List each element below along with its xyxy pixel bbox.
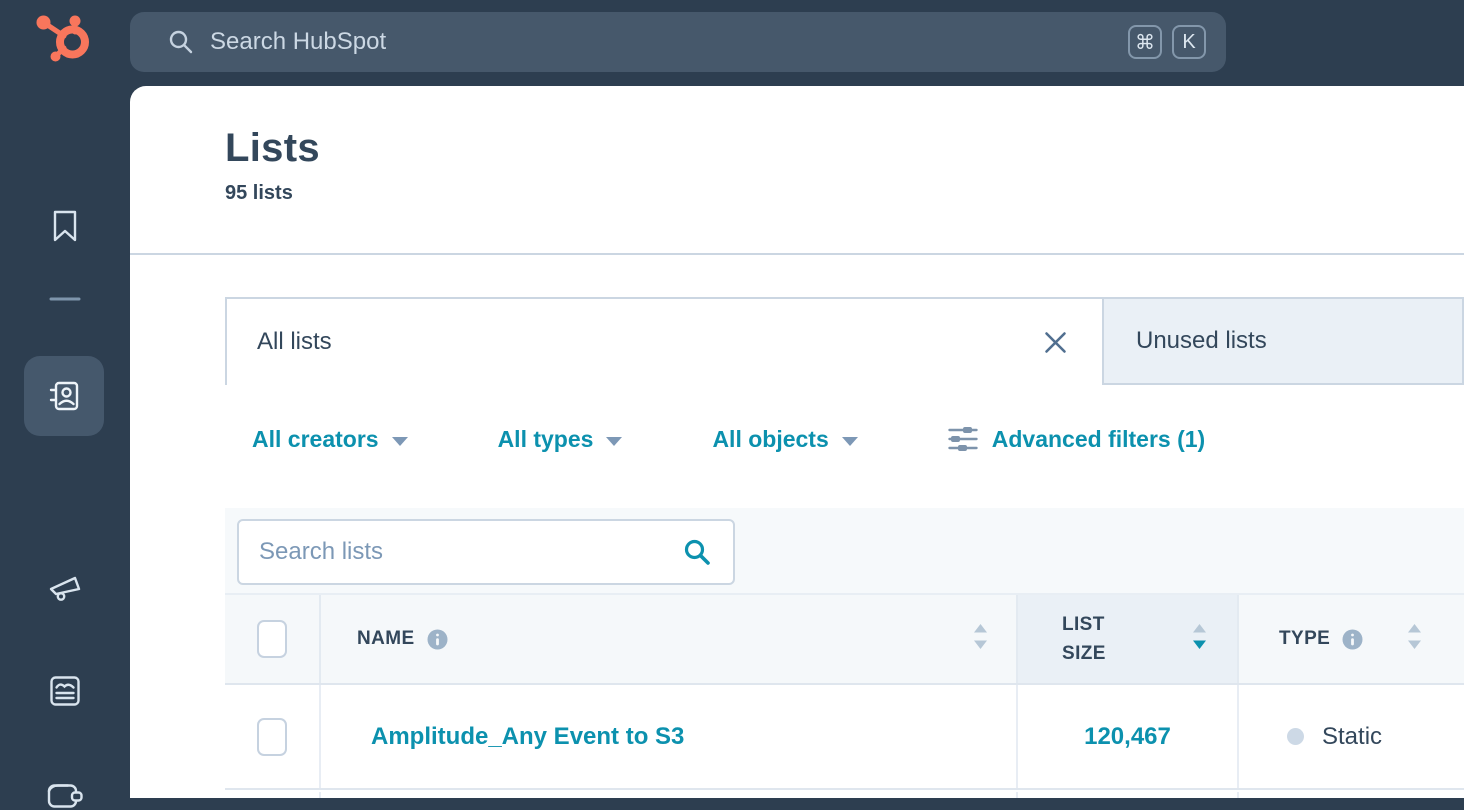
- list-name-cell: Amplitude_Any Event to S3: [319, 685, 1016, 788]
- global-search-bar[interactable]: Search HubSpot ⌘ K: [130, 12, 1226, 72]
- table-row-partial: [225, 792, 1464, 798]
- list-count: 95 lists: [225, 182, 293, 205]
- table-row: Amplitude_Any Event to S3 120,467 Static: [225, 685, 1464, 790]
- sidebar-item-commerce[interactable]: [0, 780, 130, 810]
- all-creators-dropdown[interactable]: All creators: [252, 426, 408, 453]
- list-search-box[interactable]: [237, 519, 735, 585]
- sort-arrows-desc-icon: [1192, 623, 1207, 655]
- sort-arrows-icon: [1407, 623, 1422, 655]
- list-size-value[interactable]: 120,467: [1084, 723, 1171, 751]
- row-select-cell: [225, 685, 319, 788]
- sidebar-item-crm-active[interactable]: [24, 356, 104, 436]
- wallet-icon: [47, 780, 83, 810]
- tab-unused-lists-label: Unused lists: [1136, 327, 1267, 355]
- chevron-down-icon: [606, 437, 622, 446]
- sidebar-divider: [0, 297, 130, 301]
- top-navigation-bar: Search HubSpot ⌘ K: [0, 0, 1464, 86]
- column-header-list-size[interactable]: LIST SIZE: [1016, 595, 1237, 683]
- contacts-icon: [47, 379, 81, 413]
- search-icon: [168, 29, 194, 55]
- k-key: K: [1172, 25, 1206, 59]
- hubspot-logo[interactable]: [34, 10, 92, 71]
- view-tabs: All lists Unused lists: [225, 297, 1464, 385]
- sidebar-item-content[interactable]: [0, 675, 130, 707]
- info-icon[interactable]: [1342, 629, 1363, 650]
- sliders-icon: [948, 426, 978, 452]
- chevron-down-icon: [842, 437, 858, 446]
- list-type-cell: Static: [1237, 685, 1464, 788]
- table-toolbar: [225, 508, 1464, 593]
- list-size-cell: 120,467: [1016, 685, 1237, 788]
- static-type-dot-icon: [1287, 728, 1304, 745]
- tab-all-lists[interactable]: All lists: [225, 297, 1104, 385]
- cmd-key: ⌘: [1128, 25, 1162, 59]
- select-all-cell: [225, 595, 319, 683]
- megaphone-icon: [48, 573, 82, 601]
- global-search-placeholder: Search HubSpot: [210, 28, 1128, 56]
- filter-bar: All creators All types All objects: [252, 416, 1205, 462]
- column-header-type[interactable]: TYPE: [1237, 595, 1464, 683]
- page-title: Lists: [225, 126, 320, 171]
- list-name-link[interactable]: Amplitude_Any Event to S3: [321, 723, 684, 751]
- header-divider: [130, 253, 1464, 255]
- info-icon[interactable]: [427, 629, 448, 650]
- sidebar-nav: [0, 86, 130, 798]
- row-checkbox[interactable]: [257, 718, 287, 756]
- all-types-dropdown[interactable]: All types: [498, 426, 623, 453]
- list-type-value: Static: [1322, 723, 1382, 751]
- table-header-row: NAME LIST SIZE: [225, 593, 1464, 685]
- list-search-input[interactable]: [239, 538, 683, 566]
- advanced-filters-button[interactable]: Advanced filters (1): [948, 426, 1205, 453]
- keyboard-shortcut: ⌘ K: [1128, 25, 1206, 59]
- close-tab-icon[interactable]: [1039, 326, 1072, 359]
- lists-page: Lists 95 lists All lists Unused lists Al…: [130, 86, 1464, 798]
- select-all-checkbox[interactable]: [257, 620, 287, 658]
- column-header-name[interactable]: NAME: [319, 595, 1016, 683]
- divider-dash-icon: [49, 297, 81, 301]
- sort-arrows-icon: [973, 623, 988, 655]
- sidebar-item-bookmarks[interactable]: [0, 208, 130, 244]
- chevron-down-icon: [392, 437, 408, 446]
- content-page-icon: [49, 675, 81, 707]
- tab-unused-lists[interactable]: Unused lists: [1104, 297, 1464, 385]
- tab-all-lists-label: All lists: [257, 328, 332, 356]
- bookmark-icon: [52, 210, 78, 242]
- all-objects-dropdown[interactable]: All objects: [712, 426, 857, 453]
- search-icon[interactable]: [683, 538, 711, 566]
- sidebar-item-marketing[interactable]: [0, 572, 130, 602]
